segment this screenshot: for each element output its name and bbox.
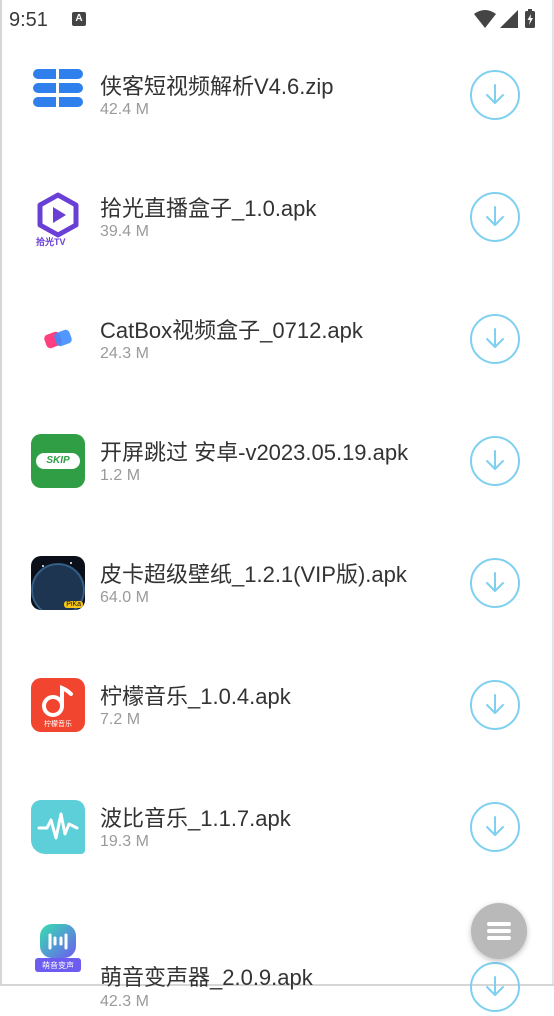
download-item[interactable]: 拾光TV 拾光直播盒子_1.0.apk 39.4 M <box>0 162 554 284</box>
file-name: 开屏跳过 安卓-v2023.05.19.apk <box>100 440 409 465</box>
download-arrow-icon <box>486 816 504 836</box>
download-button[interactable] <box>470 314 520 364</box>
file-size: 42.4 M <box>100 101 149 118</box>
skip-caption: SKIP <box>46 455 70 466</box>
pika-caption: PiKa <box>64 601 83 608</box>
pika-wallpaper-icon: PiKa <box>31 556 85 610</box>
download-arrow-icon <box>486 450 504 470</box>
wifi-icon <box>474 10 496 28</box>
download-button[interactable] <box>470 558 520 608</box>
signal-icon <box>500 10 518 28</box>
status-icons <box>474 9 535 28</box>
download-arrow-icon <box>486 976 504 996</box>
floating-menu-button[interactable] <box>471 903 527 959</box>
file-name: 侠客短视频解析V4.6.zip <box>100 74 334 99</box>
file-name: 皮卡超级壁纸_1.2.1(VIP版).apk <box>100 562 407 587</box>
shiguang-caption: 拾光TV <box>36 237 66 247</box>
file-name: 萌音变声器_2.0.9.apk <box>100 965 313 990</box>
skip-icon: SKIP <box>31 434 85 488</box>
notification-a-label: A <box>75 13 83 24</box>
lemon-caption: 柠檬音乐 <box>44 721 72 728</box>
file-size: 1.2 M <box>100 467 141 484</box>
file-size: 42.3 M <box>100 993 149 1010</box>
download-arrow-icon <box>486 694 504 714</box>
download-item[interactable]: PiKa 皮卡超级壁纸_1.2.1(VIP版).apk 64.0 M <box>0 528 554 650</box>
notification-a-icon: A <box>72 12 86 26</box>
download-arrow-icon <box>486 206 504 226</box>
download-item[interactable]: 柠檬音乐 柠檬音乐_1.0.4.apk 7.2 M <box>0 650 554 772</box>
blue-stack-icon <box>31 61 85 115</box>
status-bar: 9:51 A <box>0 0 554 40</box>
file-size: 64.0 M <box>100 589 149 606</box>
file-name: 柠檬音乐_1.0.4.apk <box>100 684 291 709</box>
download-button[interactable] <box>470 962 520 1012</box>
file-size: 7.2 M <box>100 711 141 728</box>
mengyin-voice-icon: 萌音变声 <box>31 922 85 976</box>
mengyin-caption: 萌音变声 <box>42 961 74 970</box>
download-arrow-icon <box>486 328 504 348</box>
download-button[interactable] <box>470 70 520 120</box>
download-item[interactable]: CatBox视频盒子_0712.apk 24.3 M <box>0 284 554 406</box>
download-item[interactable]: SKIP 开屏跳过 安卓-v2023.05.19.apk 1.2 M <box>0 406 554 528</box>
file-name: CatBox视频盒子_0712.apk <box>100 318 363 343</box>
status-time: 9:51 <box>9 9 48 31</box>
download-button[interactable] <box>470 680 520 730</box>
file-size: 19.3 M <box>100 833 149 850</box>
download-arrow-icon <box>486 572 504 592</box>
download-item[interactable]: 波比音乐_1.1.7.apk 19.3 M <box>0 772 554 894</box>
file-size: 24.3 M <box>100 345 149 362</box>
file-name: 拾光直播盒子_1.0.apk <box>100 196 317 221</box>
bobi-music-icon <box>31 800 85 854</box>
download-button[interactable] <box>470 436 520 486</box>
download-button[interactable] <box>470 192 520 242</box>
menu-icon <box>487 922 511 940</box>
catbox-icon <box>31 312 85 366</box>
download-item[interactable]: 侠客短视频解析V4.6.zip 42.4 M <box>0 40 554 162</box>
lemon-music-icon: 柠檬音乐 <box>31 678 85 732</box>
download-button[interactable] <box>470 802 520 852</box>
download-arrow-icon <box>486 84 504 104</box>
file-size: 39.4 M <box>100 223 149 240</box>
file-name: 波比音乐_1.1.7.apk <box>100 806 291 831</box>
